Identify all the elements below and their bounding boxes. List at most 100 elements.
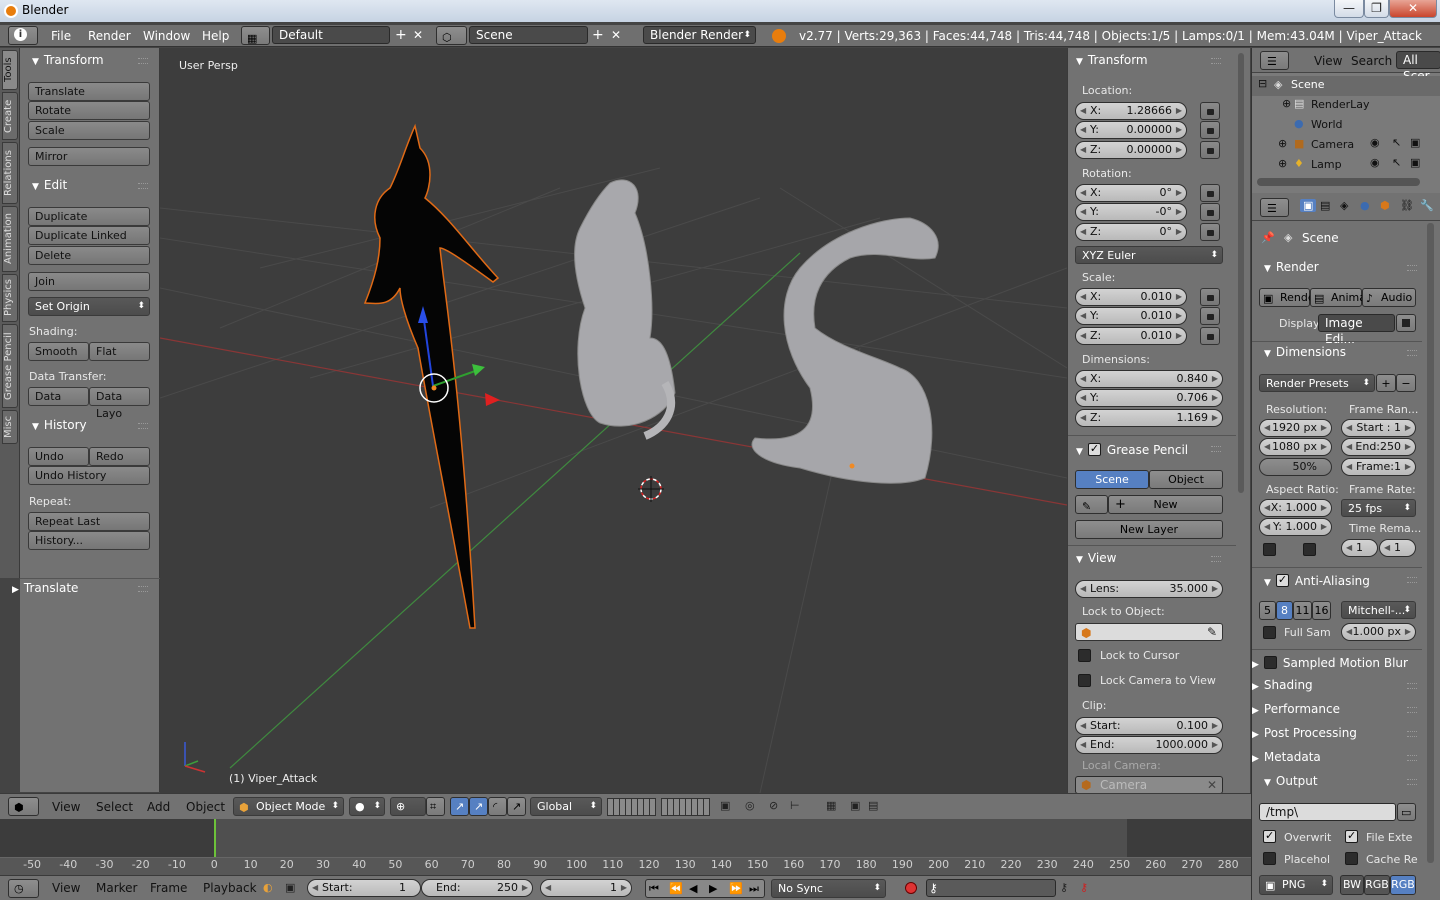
serpent-model-2[interactable] bbox=[751, 217, 939, 484]
delete-button[interactable]: Delete bbox=[28, 246, 150, 265]
flat-button[interactable]: Flat bbox=[89, 342, 150, 361]
folder-browse-button[interactable]: ▭ bbox=[1397, 803, 1416, 821]
panel-grip-icon[interactable] bbox=[1407, 707, 1417, 713]
output-path-field[interactable]: /tmp\ bbox=[1259, 803, 1396, 821]
cache-result-checkbox[interactable] bbox=[1345, 852, 1358, 865]
auto-keying-record-icon[interactable] bbox=[905, 882, 917, 894]
smooth-button[interactable]: Smooth bbox=[28, 342, 89, 361]
dimension-x-field[interactable]: ◀ X: 0.840 ▶ bbox=[1075, 370, 1223, 388]
remove-scene-icon[interactable]: ✕ bbox=[611, 28, 621, 42]
manipulator-toggle-button[interactable]: ↗ bbox=[450, 797, 469, 816]
panel-grip-icon[interactable] bbox=[1407, 683, 1417, 689]
panel-grip-icon[interactable] bbox=[138, 58, 148, 64]
outliner-item[interactable]: Scene bbox=[1291, 78, 1325, 91]
add-scene-icon[interactable]: + bbox=[592, 27, 604, 43]
local-camera-field[interactable]: ⬢ Camera ✕ bbox=[1075, 776, 1223, 794]
scene-field[interactable]: Scene bbox=[469, 26, 588, 44]
proportional-edit-icon[interactable]: ◎ bbox=[745, 799, 755, 812]
serpent-model-1[interactable] bbox=[574, 179, 676, 427]
manipulator-centers-button[interactable]: ⌗ bbox=[426, 797, 445, 816]
delete-keyframe-icon[interactable]: ⚷ bbox=[1080, 881, 1088, 894]
current-frame-indicator[interactable] bbox=[213, 819, 216, 857]
frame-start-field[interactable]: ◀ Start : 1 ▶ bbox=[1341, 419, 1416, 437]
lock-rotation-z-icon[interactable] bbox=[1200, 223, 1220, 241]
start-frame-field[interactable]: ◀ Start: 1 bbox=[307, 879, 421, 897]
file-format-select[interactable]: ▣ PNG ⬍ bbox=[1259, 875, 1333, 895]
aa-samples-16[interactable]: 16 bbox=[1312, 601, 1331, 620]
set-origin-select[interactable]: Set Origin ⬍ bbox=[28, 297, 150, 316]
keying-set-field[interactable]: ⚷ bbox=[926, 879, 1056, 897]
motion-blur-checkbox[interactable] bbox=[1263, 656, 1277, 669]
3d-viewport[interactable]: User Persp (1) Viper_Attack bbox=[160, 48, 1067, 793]
tab-tools[interactable]: Tools bbox=[2, 50, 18, 90]
outliner-search-menu[interactable]: Search bbox=[1351, 54, 1392, 68]
gp-object-button[interactable]: Object bbox=[1149, 470, 1223, 489]
anti-aliasing-checkbox[interactable] bbox=[1275, 573, 1289, 587]
render-camera-icon[interactable]: ▣ bbox=[850, 799, 860, 812]
dimensions-panel-header[interactable]: ▼ Dimensions bbox=[1264, 345, 1346, 359]
grease-pencil-header[interactable]: ▼ Grease Pencil bbox=[1076, 441, 1188, 457]
render-image-button[interactable]: ▣ Rende bbox=[1259, 288, 1315, 307]
clear-icon[interactable]: ✕ bbox=[1207, 777, 1217, 793]
outliner-display-select[interactable]: All Scer bbox=[1396, 51, 1440, 83]
sync-mode-select[interactable]: No Sync ⬍ bbox=[771, 879, 886, 898]
motion-blur-header[interactable]: ▶ Sampled Motion Blur bbox=[1252, 654, 1408, 670]
outliner-item[interactable]: Camera bbox=[1311, 138, 1354, 151]
render-tab-camera-icon[interactable]: ▣ bbox=[1300, 199, 1317, 212]
panel-grip-icon[interactable] bbox=[1211, 556, 1221, 562]
outliner-editor-type-button[interactable]: ☰ bbox=[1260, 51, 1289, 70]
prev-keyframe-icon[interactable]: ⏪ bbox=[669, 880, 683, 897]
lock-location-y-icon[interactable] bbox=[1200, 121, 1220, 139]
panel-grip-icon[interactable] bbox=[1407, 755, 1417, 761]
transform-orientation-select[interactable]: Global ⬍ bbox=[530, 797, 602, 816]
rotation-x-field[interactable]: ◀ X: 0° ▶ bbox=[1075, 184, 1187, 202]
aa-filter-select[interactable]: Mitchell-... ⬍ bbox=[1341, 601, 1416, 619]
time-new-field[interactable]: ◀ 1 bbox=[1379, 539, 1416, 557]
tab-physics[interactable]: Physics bbox=[2, 274, 18, 322]
timeline-editor-type-button[interactable]: ◷ bbox=[8, 879, 39, 898]
panel-grip-icon[interactable] bbox=[1211, 58, 1221, 64]
object-tab-icon[interactable]: ⬢ bbox=[1380, 199, 1390, 212]
lock-location-x-icon[interactable] bbox=[1200, 102, 1220, 120]
aspect-x-field[interactable]: ◀ X: 1.000 ▶ bbox=[1259, 499, 1332, 517]
outliner-item[interactable]: RenderLay bbox=[1311, 98, 1370, 111]
timeline-frame-menu[interactable]: Frame bbox=[150, 881, 187, 895]
play-reverse-icon[interactable]: ◀ bbox=[689, 880, 697, 897]
timeline-view-menu[interactable]: View bbox=[52, 881, 80, 895]
scale-z-field[interactable]: ◀ Z: 0.010 ▶ bbox=[1075, 327, 1187, 345]
scale-x-field[interactable]: ◀ X: 0.010 ▶ bbox=[1075, 288, 1187, 306]
repeat-last-button[interactable]: Repeat Last bbox=[28, 512, 150, 531]
gp-scene-button[interactable]: Scene bbox=[1075, 470, 1149, 489]
undo-button[interactable]: Undo bbox=[28, 447, 89, 466]
timeline-playback-menu[interactable]: Playback bbox=[203, 881, 257, 895]
post-processing-panel-header[interactable]: ▶ Post Processing bbox=[1252, 726, 1357, 740]
dimension-z-field[interactable]: ◀ Z: 1.169 ▶ bbox=[1075, 409, 1223, 427]
panel-grip-icon[interactable] bbox=[138, 423, 148, 429]
render-presets-select[interactable]: Render Presets ⬍ bbox=[1259, 374, 1375, 392]
aa-samples-8[interactable]: 8 bbox=[1276, 601, 1293, 620]
properties-editor-type-button[interactable]: ☰ bbox=[1260, 198, 1289, 217]
constraints-tab-icon[interactable]: ⛓ bbox=[1400, 199, 1414, 212]
end-frame-field[interactable]: End: 250 ▶ bbox=[421, 879, 533, 897]
expand-icon[interactable]: ⊕ bbox=[1278, 137, 1287, 150]
scene-select-button[interactable]: ⬡ bbox=[436, 26, 467, 45]
expand-icon[interactable]: ⊟ bbox=[1258, 77, 1267, 90]
selectable-arrow-icon[interactable]: ↖ bbox=[1392, 156, 1401, 169]
world-tab-icon[interactable]: ● bbox=[1360, 199, 1370, 212]
clip-start-field[interactable]: ◀ Start: 0.100 ▶ bbox=[1075, 717, 1223, 735]
add-preset-icon[interactable]: + bbox=[1376, 374, 1396, 392]
view-menu[interactable]: View bbox=[52, 800, 80, 814]
grease-pencil-checkbox[interactable] bbox=[1087, 442, 1101, 456]
panel-grip-icon[interactable] bbox=[1407, 265, 1417, 271]
resolution-percent-field[interactable]: 50% bbox=[1259, 458, 1332, 476]
outliner-item[interactable]: Lamp bbox=[1311, 158, 1342, 171]
menu-render[interactable]: Render bbox=[88, 29, 131, 43]
modifiers-tab-icon[interactable]: 🔧 bbox=[1420, 199, 1434, 212]
mode-select[interactable]: ⬢ Object Mode ⬍ bbox=[233, 797, 344, 816]
jump-end-icon[interactable]: ⏭ bbox=[749, 880, 759, 897]
current-frame-field[interactable]: ◀ 1 ▶ bbox=[540, 879, 632, 897]
visibility-eye-icon[interactable]: ◉ bbox=[1370, 156, 1380, 169]
preview-range-icon[interactable]: ◐ bbox=[263, 881, 273, 894]
menu-help[interactable]: Help bbox=[202, 29, 229, 43]
color-rgba-button[interactable]: RGB bbox=[1390, 875, 1416, 895]
